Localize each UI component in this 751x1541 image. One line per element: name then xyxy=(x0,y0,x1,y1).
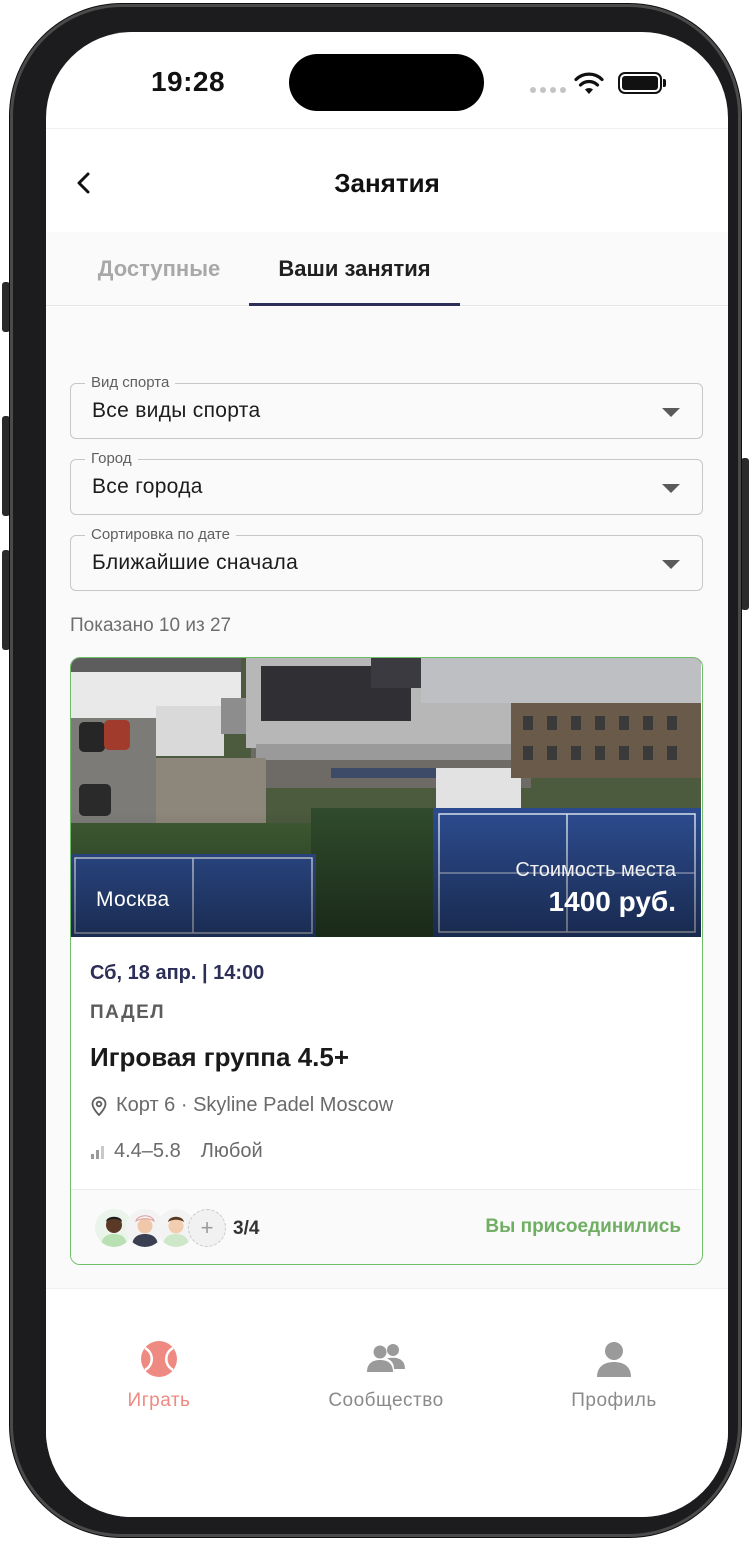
card-footer: + 3/4 Вы присоединились xyxy=(71,1189,701,1264)
tennis-ball-icon xyxy=(141,1341,177,1377)
active-tab-indicator xyxy=(249,303,460,306)
battery-icon xyxy=(618,72,666,94)
phone-frame: 19:28 Занятия Доступные Ваши занятия Вид… xyxy=(10,4,741,1537)
level-type: Любой xyxy=(200,1140,263,1162)
card-city: Москва xyxy=(96,888,170,911)
session-title: Игровая группа 4.5+ xyxy=(90,1042,350,1072)
status-time: 19:28 xyxy=(150,66,226,97)
content-area[interactable]: Вид спорта Все виды спорта Город Все гор… xyxy=(46,307,728,1289)
dynamic-island xyxy=(289,54,484,111)
location-text: Корт 6 · Skyline Padel Moscow xyxy=(116,1094,394,1116)
tab-bar: Доступные Ваши занятия xyxy=(46,232,728,306)
screen: 19:28 Занятия Доступные Ваши занятия Вид… xyxy=(46,32,728,1517)
bottom-nav: Играть Сообщество Профиль xyxy=(46,1289,728,1517)
price-value: 1400 руб. xyxy=(548,886,676,917)
sport-filter-value: Все виды спорта xyxy=(92,399,261,422)
wifi-icon xyxy=(574,72,604,94)
sport-filter-select[interactable]: Вид спорта Все виды спорта xyxy=(70,373,703,439)
price-label: Стоимость места xyxy=(515,859,676,881)
city-filter-select[interactable]: Город Все города xyxy=(70,449,703,515)
caret-down-icon xyxy=(662,484,680,493)
volume-up-button xyxy=(2,416,10,516)
power-button xyxy=(741,458,749,610)
page-title: Занятия xyxy=(334,168,440,198)
participants-avatars: + xyxy=(95,1209,226,1247)
nav-community-label: Сообщество xyxy=(328,1390,444,1411)
joined-status: Вы присоединились xyxy=(485,1216,681,1237)
sport-type: ПАДЕЛ xyxy=(90,1002,166,1023)
participants-count: 3/4 xyxy=(233,1218,260,1239)
results-count: Показано 10 из 27 xyxy=(70,615,232,636)
tab-my-sessions[interactable]: Ваши занятия xyxy=(249,232,460,306)
session-datetime: Сб, 18 апр. | 14:00 xyxy=(90,962,265,984)
volume-down-button xyxy=(2,550,10,650)
city-filter-value: Все города xyxy=(92,475,203,498)
nav-profile-label: Профиль xyxy=(571,1390,657,1411)
sort-select[interactable]: Сортировка по дате Ближайшие сначала xyxy=(70,525,703,591)
caret-down-icon xyxy=(662,408,680,417)
group-icon xyxy=(367,1344,405,1372)
signal-bars-icon xyxy=(91,1145,104,1159)
caret-down-icon xyxy=(662,560,680,569)
tab-available[interactable]: Доступные xyxy=(74,232,244,306)
add-participant-button[interactable]: + xyxy=(188,1209,226,1247)
nav-header: Занятия xyxy=(46,128,728,232)
location-pin-icon xyxy=(91,1096,107,1116)
city-filter-label: Город xyxy=(85,449,138,469)
sport-filter-label: Вид спорта xyxy=(85,373,176,393)
venue-photo: Москва Стоимость места 1400 руб. xyxy=(71,658,701,937)
sort-label: Сортировка по дате xyxy=(85,525,236,545)
cellular-signal-icon xyxy=(530,87,566,93)
action-button xyxy=(2,282,10,332)
session-card[interactable]: Москва Стоимость места 1400 руб. Сб, 18 … xyxy=(70,657,703,1265)
session-location: Корт 6 · Skyline Padel Moscow xyxy=(90,1094,393,1117)
sort-value: Ближайшие сначала xyxy=(92,551,299,574)
nav-play-label: Играть xyxy=(127,1390,191,1411)
session-level: 4.4–5.8 Любой xyxy=(90,1140,263,1163)
person-icon xyxy=(597,1342,631,1377)
level-range: 4.4–5.8 xyxy=(114,1140,181,1162)
